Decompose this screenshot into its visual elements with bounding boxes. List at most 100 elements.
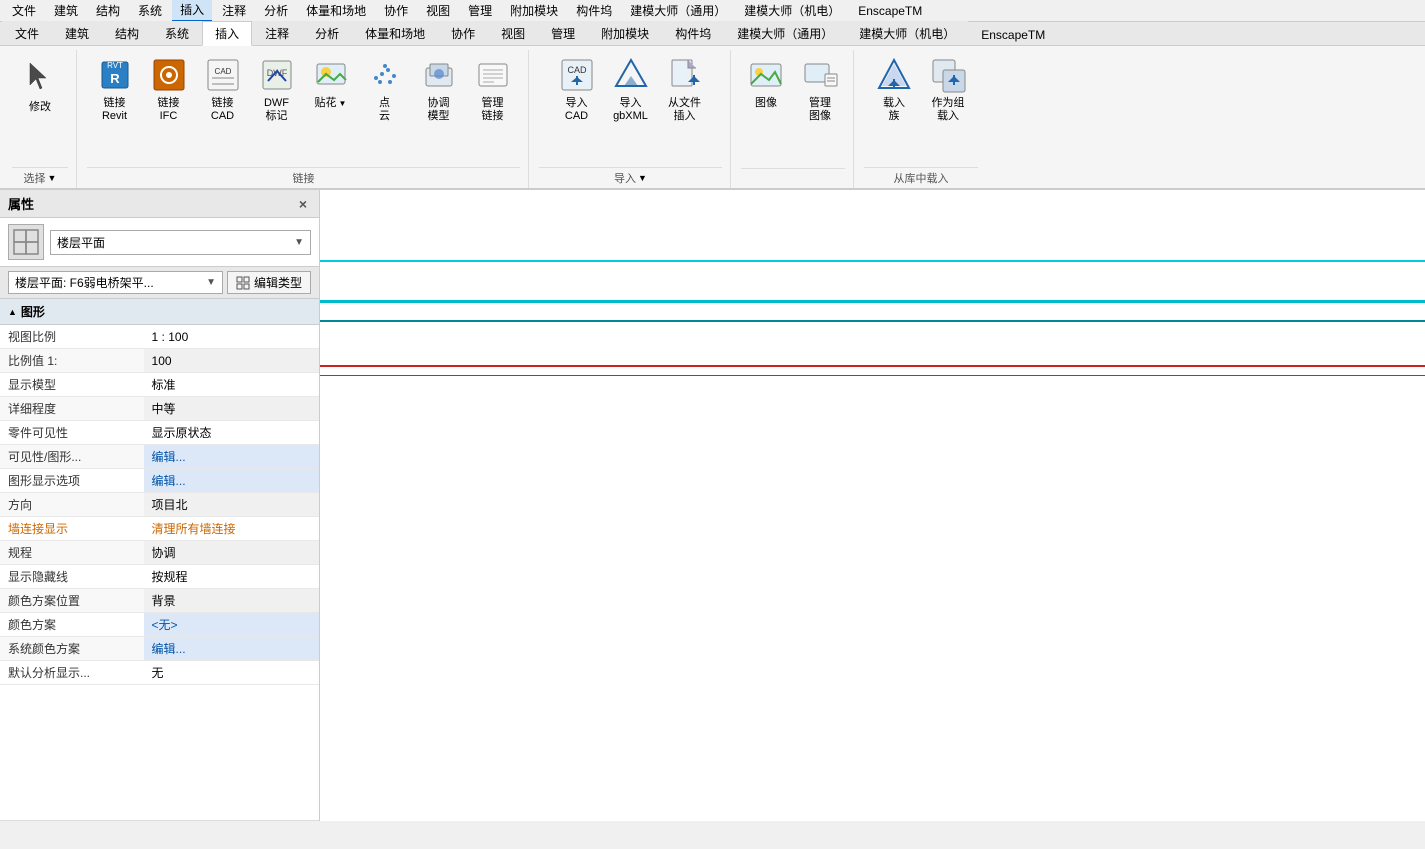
tab-insert[interactable]: 插入: [202, 21, 252, 46]
prop-value[interactable]: 编辑...: [144, 637, 319, 661]
cursor-icon: [20, 57, 60, 97]
tab-system[interactable]: 系统: [152, 21, 202, 45]
load-family-button[interactable]: 载入族: [869, 52, 919, 162]
tab-collaborate[interactable]: 协作: [438, 21, 488, 45]
svg-text:CAD: CAD: [214, 67, 231, 76]
view-dropdown[interactable]: 楼层平面: F6弱电桥架平... ▼: [8, 271, 223, 294]
tab-annotate[interactable]: 注释: [252, 21, 302, 45]
tab-analyze[interactable]: 分析: [302, 21, 352, 45]
prop-row: 墙连接显示清理所有墙连接: [0, 517, 319, 541]
import-cad-label: 导入CAD: [565, 97, 588, 123]
modify-label: 修改: [29, 101, 51, 114]
menu-component-dock[interactable]: 构件坞: [568, 0, 620, 21]
select-group-label: 选择: [24, 170, 46, 186]
load-as-group-icon: [928, 55, 968, 95]
tab-modeling-mep[interactable]: 建模大师（机电）: [846, 21, 968, 45]
tab-manage[interactable]: 管理: [538, 21, 588, 45]
tab-component-dock[interactable]: 构件坞: [662, 21, 724, 45]
manage-links-icon: [473, 55, 513, 95]
canvas-line: [320, 260, 1425, 262]
menu-manage[interactable]: 管理: [460, 0, 500, 21]
menu-modeling-master-general[interactable]: 建模大师（通用）: [622, 0, 734, 21]
import-gbxml-button[interactable]: 导入gbXML: [606, 52, 656, 162]
type-icon: [8, 224, 44, 260]
prop-value[interactable]: 1 : 100: [144, 325, 319, 349]
menu-analyze[interactable]: 分析: [256, 0, 296, 21]
prop-row: 零件可见性显示原状态: [0, 421, 319, 445]
tab-view[interactable]: 视图: [488, 21, 538, 45]
link-revit-button[interactable]: R RVT 链接Revit: [90, 52, 140, 162]
image-label: 图像: [755, 97, 777, 110]
link-cad-icon: CAD: [203, 55, 243, 95]
decal-icon: [311, 55, 351, 95]
prop-label: 比例值 1:: [0, 349, 144, 373]
canvas-line: [320, 300, 1425, 303]
menu-annotate[interactable]: 注释: [214, 0, 254, 21]
panel-header: 属性 ×: [0, 190, 319, 218]
properties-panel: 属性 × 楼层平面 ▼ 楼层平面: F6弱电桥架平... ▼: [0, 190, 320, 821]
prop-row: 颜色方案位置背景: [0, 589, 319, 613]
menu-insert[interactable]: 插入: [172, 0, 212, 22]
ribbon-content: 修改 选择 ▼ R RVT: [0, 46, 1425, 188]
manage-image-button[interactable]: 管理图像: [795, 52, 845, 162]
menu-structure[interactable]: 结构: [88, 0, 128, 21]
tab-file[interactable]: 文件: [2, 21, 52, 45]
tab-modeling-general[interactable]: 建模大师（通用）: [724, 21, 846, 45]
menu-modeling-master-mep[interactable]: 建模大师（机电）: [736, 0, 848, 21]
menu-enscape[interactable]: EnscapeTM: [850, 2, 930, 20]
svg-text:R: R: [110, 71, 120, 86]
tab-addins[interactable]: 附加模块: [588, 21, 662, 45]
tab-enscape[interactable]: EnscapeTM: [968, 24, 1058, 45]
manage-links-label: 管理链接: [482, 97, 504, 123]
tab-massing[interactable]: 体量和场地: [352, 21, 438, 45]
modify-button[interactable]: 修改: [12, 52, 68, 162]
group-import: CAD 导入CAD 导入gbXML: [531, 50, 731, 188]
image-button[interactable]: 图像: [741, 52, 791, 162]
prop-row: 可见性/图形...编辑...: [0, 445, 319, 469]
prop-row: 系统颜色方案编辑...: [0, 637, 319, 661]
prop-label: 颜色方案位置: [0, 589, 144, 613]
select-dropdown[interactable]: 选择 ▼: [12, 167, 68, 188]
menu-view[interactable]: 视图: [418, 0, 458, 21]
type-dropdown[interactable]: 楼层平面 ▼: [50, 230, 311, 255]
image-icon: [746, 55, 786, 95]
prop-row: 显示模型标准: [0, 373, 319, 397]
menu-file[interactable]: 文件: [4, 0, 44, 21]
manage-links-button[interactable]: 管理链接: [468, 52, 518, 162]
section-header-graphics[interactable]: ▲ 图形: [0, 299, 319, 325]
import-cad-button[interactable]: CAD 导入CAD: [552, 52, 602, 162]
close-properties-button[interactable]: ×: [295, 196, 311, 212]
tab-structure[interactable]: 结构: [102, 21, 152, 45]
load-family-label: 载入族: [883, 97, 905, 123]
edit-type-button[interactable]: 编辑类型: [227, 271, 311, 294]
type-selector: 楼层平面 ▼: [0, 218, 319, 267]
dwf-button[interactable]: DWF DWF标记: [252, 52, 302, 162]
dwf-label: DWF标记: [264, 97, 289, 123]
menu-collaborate[interactable]: 协作: [376, 0, 416, 21]
import-gbxml-label: 导入gbXML: [613, 97, 648, 123]
tab-architecture[interactable]: 建筑: [52, 21, 102, 45]
ribbon-tabs: 文件 建筑 结构 系统 插入 注释 分析 体量和场地 协作 视图 管理 附加模块…: [0, 22, 1425, 46]
menu-architecture[interactable]: 建筑: [46, 0, 86, 21]
canvas-area[interactable]: [320, 190, 1425, 821]
coordination-button[interactable]: 协调模型: [414, 52, 464, 162]
import-group-label-row[interactable]: 导入 ▼: [539, 167, 722, 188]
prop-value[interactable]: <无>: [144, 613, 319, 637]
coordination-label: 协调模型: [428, 97, 450, 123]
point-cloud-button[interactable]: 点云: [360, 52, 410, 162]
prop-row: 比例值 1:100: [0, 349, 319, 373]
load-as-group-button[interactable]: 作为组载入: [923, 52, 973, 162]
link-cad-button[interactable]: CAD 链接CAD: [198, 52, 248, 162]
link-ifc-button[interactable]: 链接IFC: [144, 52, 194, 162]
insert-file-button[interactable]: 从文件插入: [660, 52, 710, 162]
prop-value[interactable]: 编辑...: [144, 469, 319, 493]
decal-button[interactable]: 贴花▼: [306, 52, 356, 162]
canvas-line: [320, 375, 1425, 376]
menu-addins[interactable]: 附加模块: [502, 0, 566, 21]
menu-massing[interactable]: 体量和场地: [298, 0, 374, 21]
menubar: 文件 建筑 结构 系统 插入 注释 分析 体量和场地 协作 视图 管理 附加模块…: [0, 0, 1425, 22]
group-load-library: 载入族 作为组载入 从库中载入: [856, 50, 986, 188]
prop-value[interactable]: 编辑...: [144, 445, 319, 469]
group-select: 修改 选择 ▼: [4, 50, 77, 188]
menu-system[interactable]: 系统: [130, 0, 170, 21]
